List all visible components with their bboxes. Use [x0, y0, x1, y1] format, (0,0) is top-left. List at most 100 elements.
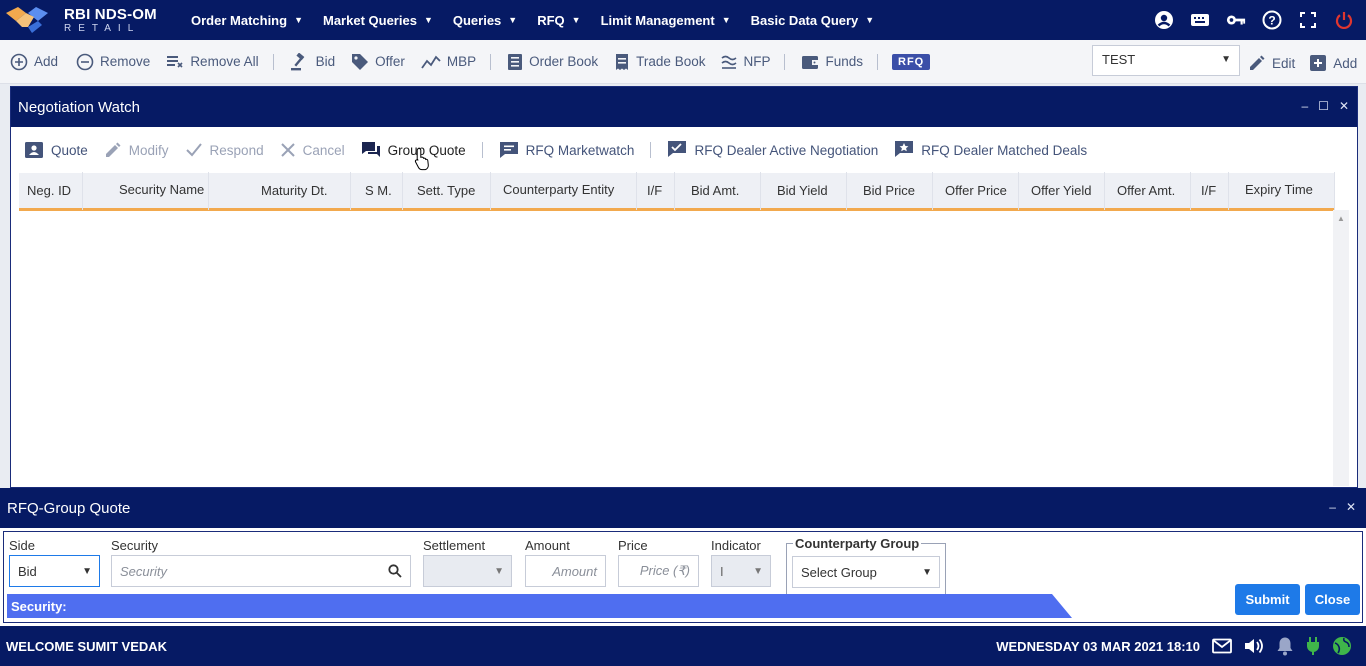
cancel-button[interactable]: Cancel	[280, 142, 345, 158]
column-header[interactable]: I/F	[1191, 171, 1229, 210]
column-header[interactable]: I/F	[637, 171, 675, 210]
add-label: Add	[1333, 55, 1358, 71]
minimize-icon[interactable]: –	[1301, 99, 1308, 113]
add-watch-button[interactable]: Add	[10, 47, 58, 77]
close-icon[interactable]: ✕	[1346, 500, 1356, 514]
column-header[interactable]: Security Name	[83, 171, 209, 210]
rfq-marketwatch-button[interactable]: RFQ Marketwatch	[499, 141, 634, 159]
remove-all-button[interactable]: Remove All	[166, 47, 259, 77]
key-icon[interactable]	[1226, 10, 1246, 30]
remove-label: Remove	[100, 54, 151, 69]
window-titlebar: Negotiation Watch – ☐ ✕	[11, 87, 1357, 127]
offer-button[interactable]: Offer	[351, 47, 405, 77]
user-icon[interactable]	[1154, 10, 1174, 30]
settlement-select[interactable]: ▼	[423, 555, 512, 587]
nfp-label: NFP	[743, 54, 771, 69]
power-icon[interactable]	[1334, 10, 1354, 30]
wallet-icon	[802, 55, 819, 69]
column-header[interactable]: Bid Yield	[761, 171, 847, 210]
respond-label: Respond	[209, 142, 264, 158]
column-header[interactable]: Sett. Type	[403, 171, 491, 210]
indicator-select[interactable]: I ▼	[711, 555, 771, 587]
price-input[interactable]: Price (₹)	[618, 555, 699, 587]
column-header[interactable]: Counterparty Entity	[491, 171, 637, 210]
column-header[interactable]: Maturity Dt.	[209, 171, 351, 210]
side-select[interactable]: Bid ▼	[9, 555, 100, 587]
nfp-button[interactable]: NFP	[721, 47, 770, 77]
column-header[interactable]: Offer Amt.	[1105, 171, 1191, 210]
fullscreen-icon[interactable]	[1298, 10, 1318, 30]
logo[interactable]: RBI NDS-OM RETAIL	[0, 0, 180, 40]
rfq-button[interactable]: RFQ	[892, 53, 931, 70]
edit-button[interactable]: Edit	[1248, 48, 1295, 78]
menu-limit-management[interactable]: Limit Management ▼	[601, 13, 731, 28]
minimize-icon[interactable]: –	[1329, 500, 1336, 514]
respond-button[interactable]: Respond	[185, 142, 264, 158]
chevron-down-icon: ▼	[423, 15, 433, 25]
scroll-up-icon[interactable]: ▲	[1337, 214, 1345, 223]
message-check-icon	[668, 141, 687, 157]
rfq-dealer-active-button[interactable]: RFQ Dealer Active Negotiation	[667, 140, 878, 160]
amount-input[interactable]: Amount	[525, 555, 606, 587]
plus-circle-icon	[10, 53, 28, 70]
bid-button[interactable]: Bid	[290, 47, 335, 77]
plug-icon[interactable]	[1306, 636, 1320, 656]
add-profile-button[interactable]: Add	[1309, 48, 1357, 78]
volume-icon[interactable]	[1244, 637, 1264, 655]
toolbar-divider	[784, 53, 786, 70]
order-book-button[interactable]: Order Book	[507, 47, 598, 77]
main-menu: Order Matching ▼ Market Queries ▼ Queries ▼…	[191, 13, 894, 28]
indicator-label: Indicator	[711, 538, 761, 553]
actions-divider	[650, 142, 652, 158]
status-bar: WELCOME SUMIT VEDAK WEDNESDAY 03 MAR 202…	[0, 626, 1366, 666]
add-label: Add	[34, 54, 59, 69]
security-input[interactable]: Security	[111, 555, 411, 587]
welcome-text: WELCOME SUMIT VEDAK	[6, 638, 168, 654]
column-header[interactable]: Neg. ID	[19, 171, 83, 210]
mail-icon[interactable]	[1212, 638, 1232, 654]
mbp-button[interactable]: MBP	[421, 47, 476, 77]
column-header[interactable]: S M.	[351, 171, 403, 210]
x-icon	[280, 143, 295, 157]
column-header[interactable]: Offer Yield	[1019, 171, 1105, 210]
menu-market-queries[interactable]: Market Queries ▼	[323, 13, 433, 28]
globe-icon[interactable]	[1332, 636, 1352, 656]
funds-label: Funds	[825, 54, 863, 69]
menu-order-matching[interactable]: Order Matching ▼	[191, 13, 303, 28]
remove-button[interactable]: Remove	[76, 47, 150, 77]
offer-label: Offer	[375, 54, 405, 69]
funds-button[interactable]: Funds	[801, 47, 863, 77]
submit-button[interactable]: Submit	[1235, 584, 1300, 615]
close-icon[interactable]: ✕	[1339, 99, 1349, 113]
menu-basic-data-query[interactable]: Basic Data Query ▼	[751, 13, 875, 28]
column-header[interactable]: Expiry Time	[1229, 171, 1335, 210]
column-header[interactable]: Bid Amt.	[675, 171, 761, 210]
bell-icon[interactable]	[1276, 636, 1294, 656]
menu-label: Queries	[452, 12, 502, 28]
search-icon[interactable]	[388, 564, 402, 578]
column-header[interactable]: Bid Price	[847, 171, 933, 210]
vertical-scrollbar[interactable]: ▲	[1333, 210, 1349, 486]
profile-select[interactable]: TEST ▼	[1092, 45, 1240, 76]
counterparty-group-select[interactable]: Select Group ▼	[792, 556, 940, 588]
check-icon	[185, 143, 202, 157]
brand-subtitle: RETAIL	[64, 22, 141, 34]
trade-book-button[interactable]: Trade Book	[614, 47, 705, 77]
toolbar-divider	[490, 53, 492, 70]
help-icon[interactable]: ?	[1262, 10, 1282, 30]
gavel-icon	[290, 52, 304, 70]
modify-button[interactable]: Modify	[104, 141, 169, 159]
quote-button[interactable]: Quote	[24, 141, 88, 159]
message-icon	[499, 142, 518, 158]
remove-all-label: Remove All	[190, 54, 259, 69]
menu-queries[interactable]: Queries ▼	[453, 13, 517, 28]
toolbar-right: Edit Add	[1248, 48, 1357, 78]
negotiation-actions: Quote Modify Respond Cancel Group Quote …	[11, 127, 1357, 173]
close-button[interactable]: Close	[1305, 584, 1360, 615]
dropdown-arrow-icon: ▼	[82, 566, 92, 577]
column-header[interactable]: Offer Price	[933, 171, 1019, 210]
rfq-dealer-matched-button[interactable]: RFQ Dealer Matched Deals	[894, 140, 1087, 160]
menu-rfq[interactable]: RFQ ▼	[537, 13, 580, 28]
keyboard-icon[interactable]	[1190, 10, 1210, 30]
maximize-icon[interactable]: ☐	[1318, 99, 1329, 113]
